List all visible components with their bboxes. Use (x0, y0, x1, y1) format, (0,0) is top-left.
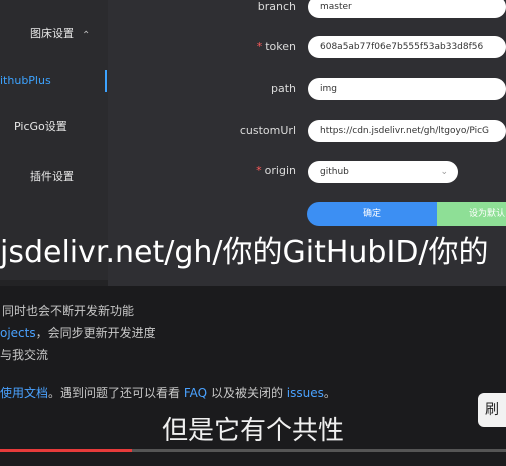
token-label: token (265, 40, 296, 53)
branch-label: branch (257, 0, 296, 13)
video-frame: 图床设置 ⌃ ithubPlus PicGo设置 插件设置 branch mas… (0, 0, 506, 466)
issues-link[interactable]: issues (287, 386, 324, 400)
sidebar-item-label: ithubPlus (0, 74, 51, 87)
token-field[interactable]: 608a5ab77f06e7b555f53ab33d8f56 (308, 36, 506, 58)
bg-line-2-text: ，会同步更新开发进度 (35, 326, 156, 340)
sidebar-item-label: PicGo设置 (14, 120, 67, 133)
path-field[interactable]: img (308, 78, 506, 100)
bg-line-4-text-a: 。遇到问题了还可以看看 (48, 386, 181, 400)
customurl-label: customUrl (239, 124, 296, 137)
bg-line-4-end: 。 (323, 386, 336, 400)
sidebar-item-picgo-settings[interactable]: PicGo设置 (0, 117, 122, 137)
bg-line-3: 与我交流 (0, 348, 49, 362)
path-label: path (270, 82, 296, 95)
bottom-subtitle: 但是它有个共性 (161, 416, 344, 446)
bg-line-4-text-b: 以及被关闭的 (210, 386, 283, 400)
faq-link[interactable]: FAQ (184, 386, 207, 400)
origin-select[interactable]: github ⌄ (308, 161, 458, 183)
customurl-field[interactable]: https://cdn.jsdelivr.net/gh/ltgoyo/PicG (308, 120, 506, 142)
sidebar-item-githubplus[interactable]: ithubPlus (0, 71, 108, 91)
video-progress-fill (0, 449, 132, 452)
bg-line-4: 使用文档。遇到问题了还可以看看 FAQ 以及被关闭的 issues。 (0, 384, 336, 401)
set-default-button[interactable]: 设为默认 (437, 202, 506, 226)
bg-line-1: 同时也会不断开发新功能 (2, 304, 135, 318)
origin-label-wrap: * origin (256, 164, 296, 177)
origin-select-value: github (320, 167, 349, 177)
sidebar-item-label: 图床设置 (30, 27, 74, 40)
active-indicator (105, 70, 107, 92)
projects-link[interactable]: ojects (0, 326, 36, 340)
branch-field[interactable]: master (308, 0, 506, 18)
chevron-down-icon: ⌄ (440, 167, 448, 177)
confirm-button[interactable]: 确定 (307, 202, 437, 226)
overlay-subtitle: jsdelivr.net/gh/你的GitHubID/你的 (0, 235, 489, 270)
token-label-wrap: * token (256, 40, 296, 53)
docs-link[interactable]: 使用文档 (0, 386, 48, 400)
refresh-badge[interactable]: 刷 (478, 393, 506, 427)
bg-line-2: ojects，会同步更新开发进度 (0, 324, 156, 341)
chevron-up-icon: ⌃ (82, 30, 91, 41)
origin-label: origin (264, 164, 296, 177)
sidebar-item-label: 插件设置 (30, 170, 74, 183)
